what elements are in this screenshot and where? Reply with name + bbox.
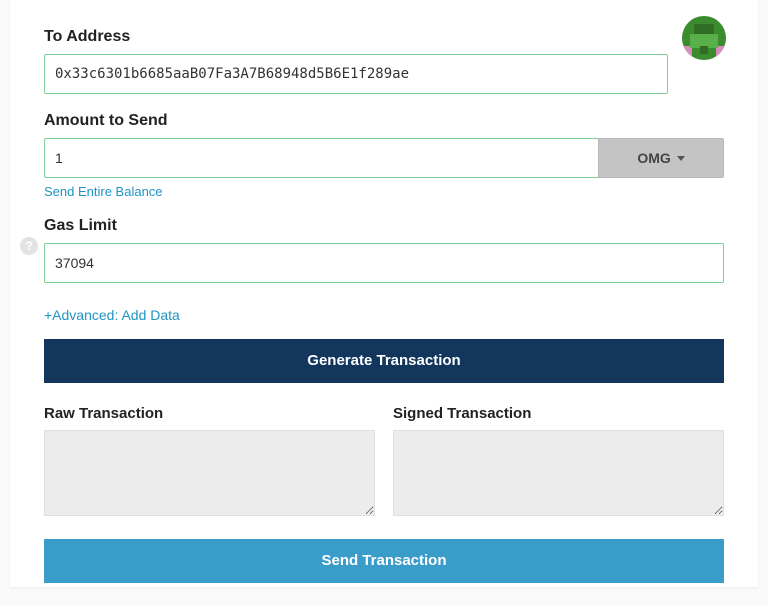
to-address-input[interactable]	[44, 54, 668, 94]
signed-tx-col: Signed Transaction	[393, 405, 724, 519]
send-transaction-button[interactable]: Send Transaction	[44, 539, 724, 583]
signed-tx-label: Signed Transaction	[393, 405, 724, 422]
amount-input[interactable]	[44, 138, 598, 178]
raw-tx-col: Raw Transaction	[44, 405, 375, 519]
amount-label: Amount to Send	[44, 112, 724, 130]
send-transaction-form: ? To Address Amount to Send OMG Send Ent…	[10, 0, 758, 587]
currency-dropdown[interactable]: OMG	[598, 138, 724, 178]
send-entire-balance-link[interactable]: Send Entire Balance	[44, 184, 163, 199]
raw-tx-label: Raw Transaction	[44, 405, 375, 422]
currency-label: OMG	[637, 150, 670, 166]
chevron-down-icon	[677, 156, 685, 161]
identicon-avatar	[682, 16, 726, 60]
advanced-add-data-link[interactable]: +Advanced: Add Data	[44, 307, 180, 323]
gas-limit-group: Gas Limit	[44, 217, 724, 283]
transaction-output-row: Raw Transaction Signed Transaction	[44, 405, 724, 519]
amount-group: Amount to Send OMG Send Entire Balance	[44, 112, 724, 199]
gas-limit-label: Gas Limit	[44, 217, 724, 235]
help-icon[interactable]: ?	[20, 237, 38, 255]
generate-transaction-button[interactable]: Generate Transaction	[44, 339, 724, 383]
to-address-label: To Address	[44, 28, 724, 46]
to-address-group: To Address	[44, 28, 724, 94]
raw-tx-textarea[interactable]	[44, 430, 375, 516]
gas-limit-input[interactable]	[44, 243, 724, 283]
signed-tx-textarea[interactable]	[393, 430, 724, 516]
